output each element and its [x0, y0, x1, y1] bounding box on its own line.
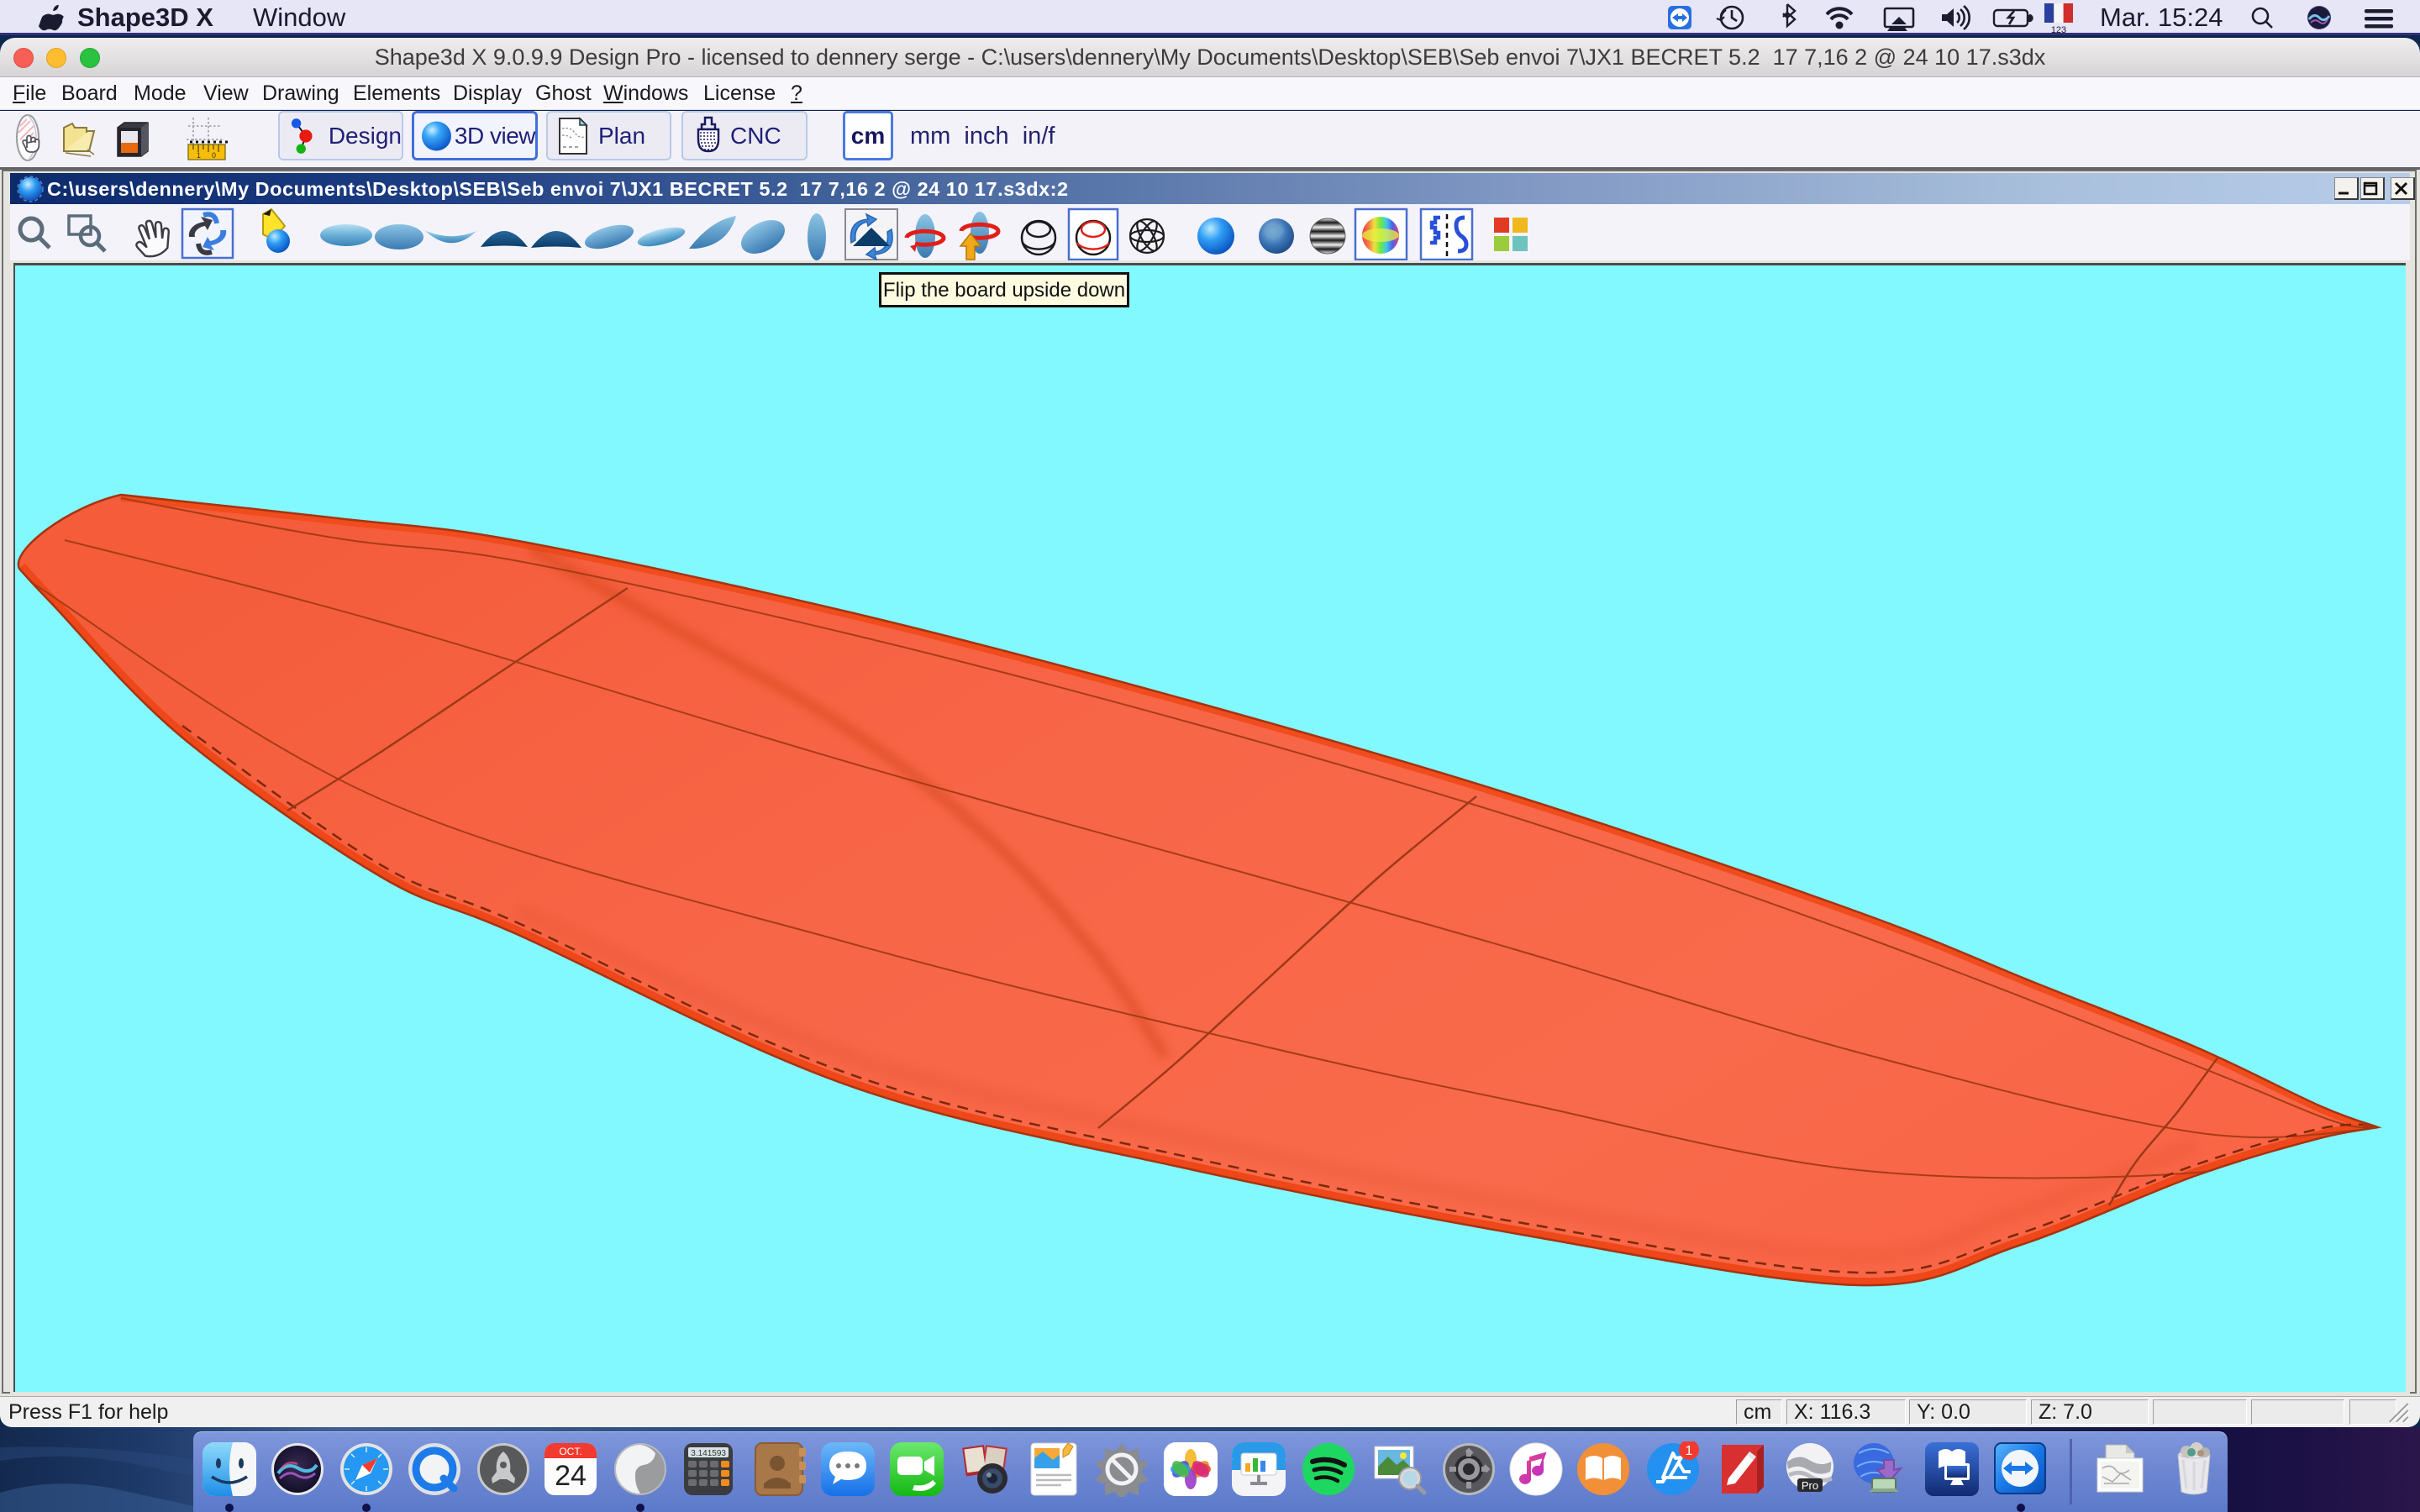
svg-text:OCT.: OCT.	[559, 1446, 581, 1457]
svg-text:Pro: Pro	[1802, 1479, 1818, 1492]
svg-text:3.141593: 3.141593	[691, 1449, 726, 1458]
svg-text:1: 1	[197, 151, 201, 160]
svg-text:123: 123	[2051, 25, 2066, 34]
svg-text:0: 0	[212, 151, 216, 160]
svg-text:1: 1	[1686, 1444, 1693, 1458]
svg-text:24: 24	[555, 1460, 587, 1492]
